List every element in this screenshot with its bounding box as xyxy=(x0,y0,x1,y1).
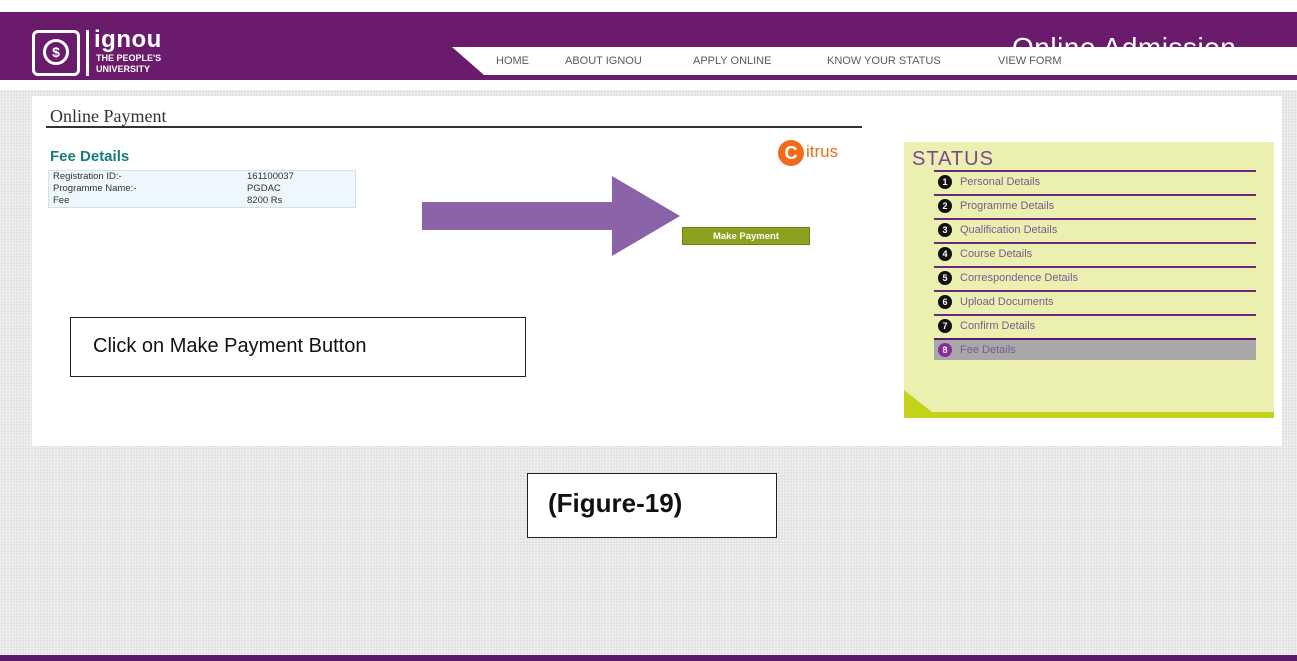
nav-about-ignou[interactable]: ABOUT IGNOU xyxy=(565,55,642,67)
figure-caption-box: (Figure-19) xyxy=(527,473,777,538)
step-label: Course Details xyxy=(960,248,1033,260)
step-number-icon: 6 xyxy=(938,295,952,309)
step-number-icon: 7 xyxy=(938,319,952,333)
site-footer xyxy=(0,655,1297,661)
logo-emblem-icon: $ xyxy=(43,39,69,65)
status-item-upload-documents[interactable]: 6 Upload Documents xyxy=(934,290,1256,312)
fee-row-programme: Programme Name:- PGDAC xyxy=(49,183,355,195)
status-item-confirm-details[interactable]: 7 Confirm Details xyxy=(934,314,1256,336)
step-number-icon: 1 xyxy=(938,175,952,189)
fee-details-heading: Fee Details xyxy=(50,148,130,165)
status-item-fee-details[interactable]: 8 Fee Details xyxy=(934,338,1256,360)
fee-details-table: Registration ID:- 161100037 Programme Na… xyxy=(48,170,356,208)
page-title: Online Payment xyxy=(50,106,167,126)
step-number-icon: 4 xyxy=(938,247,952,261)
ignou-logo-icon[interactable]: $ xyxy=(32,30,80,76)
fee-label: Programme Name:- xyxy=(53,183,137,194)
step-number-icon: 2 xyxy=(938,199,952,213)
step-number-icon: 8 xyxy=(938,343,952,357)
status-item-personal-details[interactable]: 1 Personal Details xyxy=(934,170,1256,192)
logo-tagline-2: UNIVERSITY xyxy=(96,64,151,74)
make-payment-button[interactable]: Make Payment xyxy=(682,227,810,245)
status-item-course-details[interactable]: 4 Course Details xyxy=(934,242,1256,264)
fee-label: Fee xyxy=(53,195,70,206)
step-label: Correspondence Details xyxy=(960,272,1079,284)
heading-divider xyxy=(46,126,862,128)
nav-apply-online[interactable]: APPLY ONLINE xyxy=(693,55,771,67)
step-label: Confirm Details xyxy=(960,320,1036,332)
citrus-logo: C itrus xyxy=(778,140,862,170)
site-header: $ ignou THE PEOPLE'S UNIVERSITY Online A… xyxy=(0,0,1297,90)
logo-divider xyxy=(86,30,89,76)
step-label: Programme Details xyxy=(960,200,1055,212)
step-number-icon: 3 xyxy=(938,223,952,237)
fee-value: PGDAC xyxy=(247,183,281,194)
logo-word: ignou xyxy=(94,26,162,53)
fee-row-registration: Registration ID:- 161100037 xyxy=(49,171,355,183)
figure-caption: (Figure-19) xyxy=(548,488,683,518)
status-item-programme-details[interactable]: 2 Programme Details xyxy=(934,194,1256,216)
step-label: Fee Details xyxy=(960,344,1016,356)
callout-text: Click on Make Payment Button xyxy=(93,335,367,357)
instruction-callout: Click on Make Payment Button xyxy=(70,317,526,377)
fee-value: 8200 Rs xyxy=(247,195,283,206)
fee-row-fee: Fee 8200 Rs xyxy=(49,195,355,207)
step-label: Qualification Details xyxy=(960,224,1058,236)
step-label: Upload Documents xyxy=(960,296,1054,308)
step-number-icon: 5 xyxy=(938,271,952,285)
nav-view-form[interactable]: VIEW FORM xyxy=(998,55,1062,67)
status-title: STATUS xyxy=(912,148,994,170)
pointer-arrow-icon xyxy=(422,176,680,256)
step-label: Personal Details xyxy=(960,176,1041,188)
nav-know-your-status[interactable]: KNOW YOUR STATUS xyxy=(827,55,941,67)
logo-tagline-1: THE PEOPLE'S xyxy=(96,53,162,63)
main-nav: HOME ABOUT IGNOU APPLY ONLINE KNOW YOUR … xyxy=(452,47,1297,75)
citrus-c-icon: C xyxy=(778,140,804,166)
nav-home[interactable]: HOME xyxy=(496,55,529,67)
citrus-wordmark: itrus xyxy=(806,142,839,161)
status-fold-decoration xyxy=(904,390,1274,418)
status-panel: STATUS 1 Personal Details 2 Programme De… xyxy=(904,142,1274,418)
fee-label: Registration ID:- xyxy=(53,171,122,182)
fee-value: 161100037 xyxy=(247,171,294,182)
status-item-correspondence-details[interactable]: 5 Correspondence Details xyxy=(934,266,1256,288)
status-item-qualification-details[interactable]: 3 Qualification Details xyxy=(934,218,1256,240)
main-panel: Online Payment Fee Details Registration … xyxy=(32,96,1282,446)
